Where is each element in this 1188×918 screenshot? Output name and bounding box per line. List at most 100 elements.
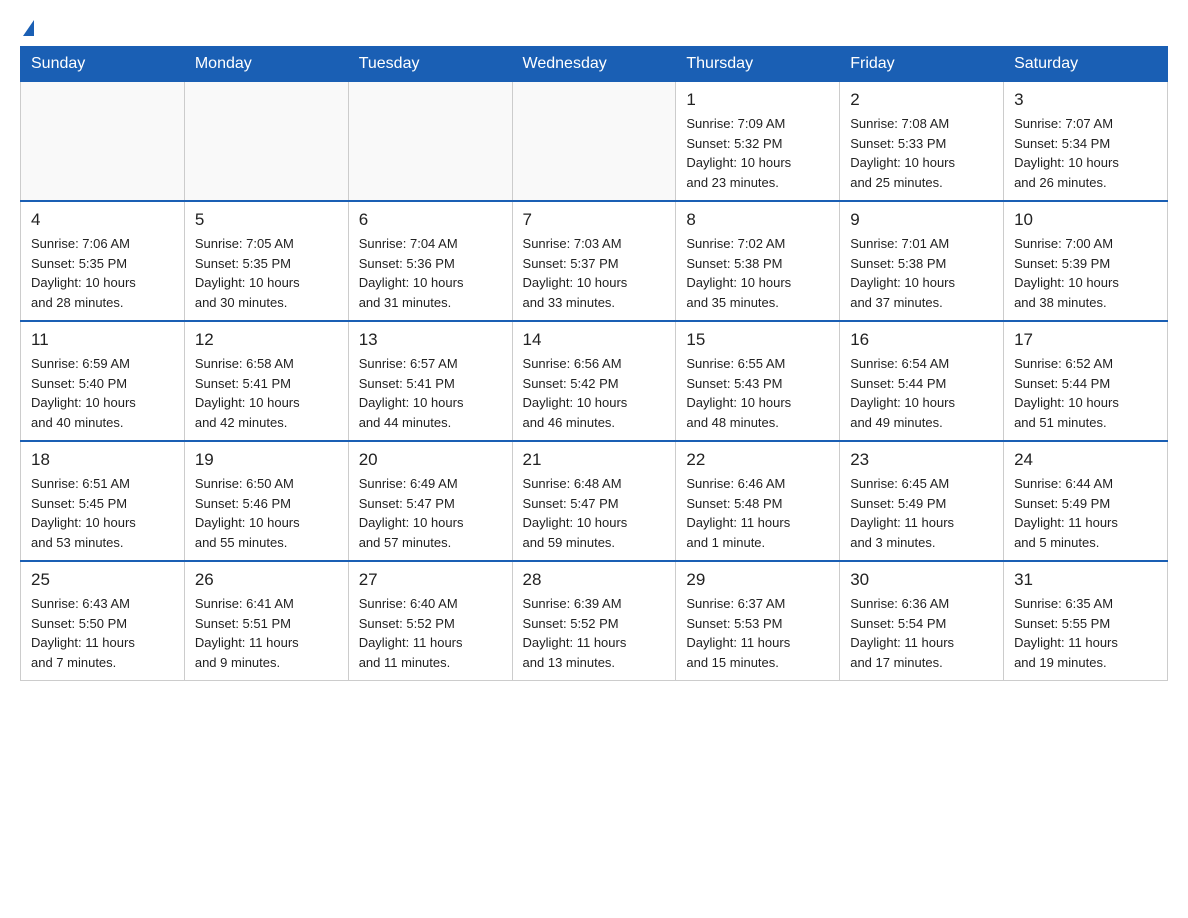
calendar-cell: 3Sunrise: 7:07 AMSunset: 5:34 PMDaylight… — [1004, 82, 1168, 202]
calendar-cell: 17Sunrise: 6:52 AMSunset: 5:44 PMDayligh… — [1004, 321, 1168, 441]
logo-triangle-icon — [23, 20, 34, 36]
calendar-cell: 30 Sunrise: 6:36 AMSunset: 5:54 PMDayligh… — [840, 561, 1004, 681]
calendar-cell: 31 Sunrise: 6:35 AMSunset: 5:55 PMDayligh… — [1004, 561, 1168, 681]
day-info: Sunrise: 6:54 AMSunset: 5:44 PMDaylight:… — [850, 354, 993, 432]
calendar-header-monday: Monday — [184, 47, 348, 82]
calendar-cell: 20Sunrise: 6:49 AMSunset: 5:47 PMDayligh… — [348, 441, 512, 561]
day-info: Sunrise: 6:55 AMSunset: 5:43 PMDaylight:… — [686, 354, 829, 432]
calendar-cell: 9 Sunrise: 7:01 AMSunset: 5:38 PMDaylight… — [840, 201, 1004, 321]
day-info: Sunrise: 7:04 AMSunset: 5:36 PMDaylight:… — [359, 234, 502, 312]
day-number: 30 — [850, 570, 993, 590]
day-number: 5 — [195, 210, 338, 230]
day-number: 1 — [686, 90, 829, 110]
day-number: 11 — [31, 330, 174, 350]
day-info: Sunrise: 6:40 AMSunset: 5:52 PMDaylight:… — [359, 594, 502, 672]
calendar-header-wednesday: Wednesday — [512, 47, 676, 82]
calendar-cell: 18 Sunrise: 6:51 AMSunset: 5:45 PMDayligh… — [21, 441, 185, 561]
day-number: 14 — [523, 330, 666, 350]
day-number: 10 — [1014, 210, 1157, 230]
day-number: 12 — [195, 330, 338, 350]
calendar-cell: 19Sunrise: 6:50 AMSunset: 5:46 PMDayligh… — [184, 441, 348, 561]
day-info: Sunrise: 6:48 AMSunset: 5:47 PMDaylight:… — [523, 474, 666, 552]
day-number: 23 — [850, 450, 993, 470]
calendar-cell: 29 Sunrise: 6:37 AMSunset: 5:53 PMDayligh… — [676, 561, 840, 681]
day-info: Sunrise: 7:02 AMSunset: 5:38 PMDaylight:… — [686, 234, 829, 312]
day-number: 13 — [359, 330, 502, 350]
day-number: 8 — [686, 210, 829, 230]
day-info: Sunrise: 6:58 AMSunset: 5:41 PMDaylight:… — [195, 354, 338, 432]
calendar-cell: 28 Sunrise: 6:39 AMSunset: 5:52 PMDayligh… — [512, 561, 676, 681]
calendar-cell — [512, 82, 676, 202]
calendar-week-row: 4 Sunrise: 7:06 AMSunset: 5:35 PMDaylight… — [21, 201, 1168, 321]
calendar-cell: 24 Sunrise: 6:44 AMSunset: 5:49 PMDayligh… — [1004, 441, 1168, 561]
day-number: 27 — [359, 570, 502, 590]
day-number: 9 — [850, 210, 993, 230]
day-info: Sunrise: 6:41 AMSunset: 5:51 PMDaylight:… — [195, 594, 338, 672]
day-info: Sunrise: 7:06 AMSunset: 5:35 PMDaylight:… — [31, 234, 174, 312]
day-info: Sunrise: 7:07 AMSunset: 5:34 PMDaylight:… — [1014, 114, 1157, 192]
day-info: Sunrise: 6:37 AMSunset: 5:53 PMDaylight:… — [686, 594, 829, 672]
calendar-table: SundayMondayTuesdayWednesdayThursdayFrid… — [20, 46, 1168, 681]
day-info: Sunrise: 6:39 AMSunset: 5:52 PMDaylight:… — [523, 594, 666, 672]
day-number: 4 — [31, 210, 174, 230]
calendar-header-sunday: Sunday — [21, 47, 185, 82]
day-number: 28 — [523, 570, 666, 590]
day-number: 2 — [850, 90, 993, 110]
calendar-cell: 15 Sunrise: 6:55 AMSunset: 5:43 PMDayligh… — [676, 321, 840, 441]
day-number: 21 — [523, 450, 666, 470]
calendar-cell: 16Sunrise: 6:54 AMSunset: 5:44 PMDayligh… — [840, 321, 1004, 441]
calendar-cell: 1 Sunrise: 7:09 AMSunset: 5:32 PMDaylight… — [676, 82, 840, 202]
day-info: Sunrise: 6:52 AMSunset: 5:44 PMDaylight:… — [1014, 354, 1157, 432]
day-number: 22 — [686, 450, 829, 470]
day-info: Sunrise: 6:44 AMSunset: 5:49 PMDaylight:… — [1014, 474, 1157, 552]
calendar-cell: 8 Sunrise: 7:02 AMSunset: 5:38 PMDaylight… — [676, 201, 840, 321]
day-info: Sunrise: 6:56 AMSunset: 5:42 PMDaylight:… — [523, 354, 666, 432]
day-number: 6 — [359, 210, 502, 230]
day-info: Sunrise: 6:45 AMSunset: 5:49 PMDaylight:… — [850, 474, 993, 552]
calendar-cell: 23 Sunrise: 6:45 AMSunset: 5:49 PMDayligh… — [840, 441, 1004, 561]
day-info: Sunrise: 7:03 AMSunset: 5:37 PMDaylight:… — [523, 234, 666, 312]
day-number: 29 — [686, 570, 829, 590]
calendar-cell: 12 Sunrise: 6:58 AMSunset: 5:41 PMDayligh… — [184, 321, 348, 441]
day-info: Sunrise: 7:08 AMSunset: 5:33 PMDaylight:… — [850, 114, 993, 192]
day-number: 15 — [686, 330, 829, 350]
calendar-header-friday: Friday — [840, 47, 1004, 82]
calendar-week-row: 18 Sunrise: 6:51 AMSunset: 5:45 PMDayligh… — [21, 441, 1168, 561]
calendar-cell: 26Sunrise: 6:41 AMSunset: 5:51 PMDayligh… — [184, 561, 348, 681]
calendar-week-row: 25Sunrise: 6:43 AMSunset: 5:50 PMDayligh… — [21, 561, 1168, 681]
day-number: 24 — [1014, 450, 1157, 470]
day-number: 20 — [359, 450, 502, 470]
calendar-cell: 11Sunrise: 6:59 AMSunset: 5:40 PMDayligh… — [21, 321, 185, 441]
calendar-header-tuesday: Tuesday — [348, 47, 512, 82]
calendar-cell: 10 Sunrise: 7:00 AMSunset: 5:39 PMDayligh… — [1004, 201, 1168, 321]
calendar-cell: 7 Sunrise: 7:03 AMSunset: 5:37 PMDaylight… — [512, 201, 676, 321]
calendar-week-row: 1 Sunrise: 7:09 AMSunset: 5:32 PMDaylight… — [21, 82, 1168, 202]
day-number: 25 — [31, 570, 174, 590]
day-number: 31 — [1014, 570, 1157, 590]
calendar-header-saturday: Saturday — [1004, 47, 1168, 82]
day-number: 7 — [523, 210, 666, 230]
day-info: Sunrise: 6:50 AMSunset: 5:46 PMDaylight:… — [195, 474, 338, 552]
calendar-header-thursday: Thursday — [676, 47, 840, 82]
calendar-header-row: SundayMondayTuesdayWednesdayThursdayFrid… — [21, 47, 1168, 82]
day-info: Sunrise: 6:35 AMSunset: 5:55 PMDaylight:… — [1014, 594, 1157, 672]
calendar-cell: 5 Sunrise: 7:05 AMSunset: 5:35 PMDaylight… — [184, 201, 348, 321]
day-number: 18 — [31, 450, 174, 470]
day-info: Sunrise: 6:57 AMSunset: 5:41 PMDaylight:… — [359, 354, 502, 432]
calendar-cell — [184, 82, 348, 202]
day-info: Sunrise: 7:09 AMSunset: 5:32 PMDaylight:… — [686, 114, 829, 192]
calendar-cell: 27 Sunrise: 6:40 AMSunset: 5:52 PMDayligh… — [348, 561, 512, 681]
calendar-cell: 22 Sunrise: 6:46 AMSunset: 5:48 PMDayligh… — [676, 441, 840, 561]
calendar-cell: 25Sunrise: 6:43 AMSunset: 5:50 PMDayligh… — [21, 561, 185, 681]
day-info: Sunrise: 6:51 AMSunset: 5:45 PMDaylight:… — [31, 474, 174, 552]
calendar-cell: 6 Sunrise: 7:04 AMSunset: 5:36 PMDaylight… — [348, 201, 512, 321]
day-info: Sunrise: 6:46 AMSunset: 5:48 PMDaylight:… — [686, 474, 829, 552]
calendar-cell — [348, 82, 512, 202]
day-info: Sunrise: 7:00 AMSunset: 5:39 PMDaylight:… — [1014, 234, 1157, 312]
calendar-cell: 2 Sunrise: 7:08 AMSunset: 5:33 PMDaylight… — [840, 82, 1004, 202]
calendar-cell: 21 Sunrise: 6:48 AMSunset: 5:47 PMDayligh… — [512, 441, 676, 561]
day-info: Sunrise: 6:36 AMSunset: 5:54 PMDaylight:… — [850, 594, 993, 672]
calendar-week-row: 11Sunrise: 6:59 AMSunset: 5:40 PMDayligh… — [21, 321, 1168, 441]
day-info: Sunrise: 7:01 AMSunset: 5:38 PMDaylight:… — [850, 234, 993, 312]
day-info: Sunrise: 7:05 AMSunset: 5:35 PMDaylight:… — [195, 234, 338, 312]
